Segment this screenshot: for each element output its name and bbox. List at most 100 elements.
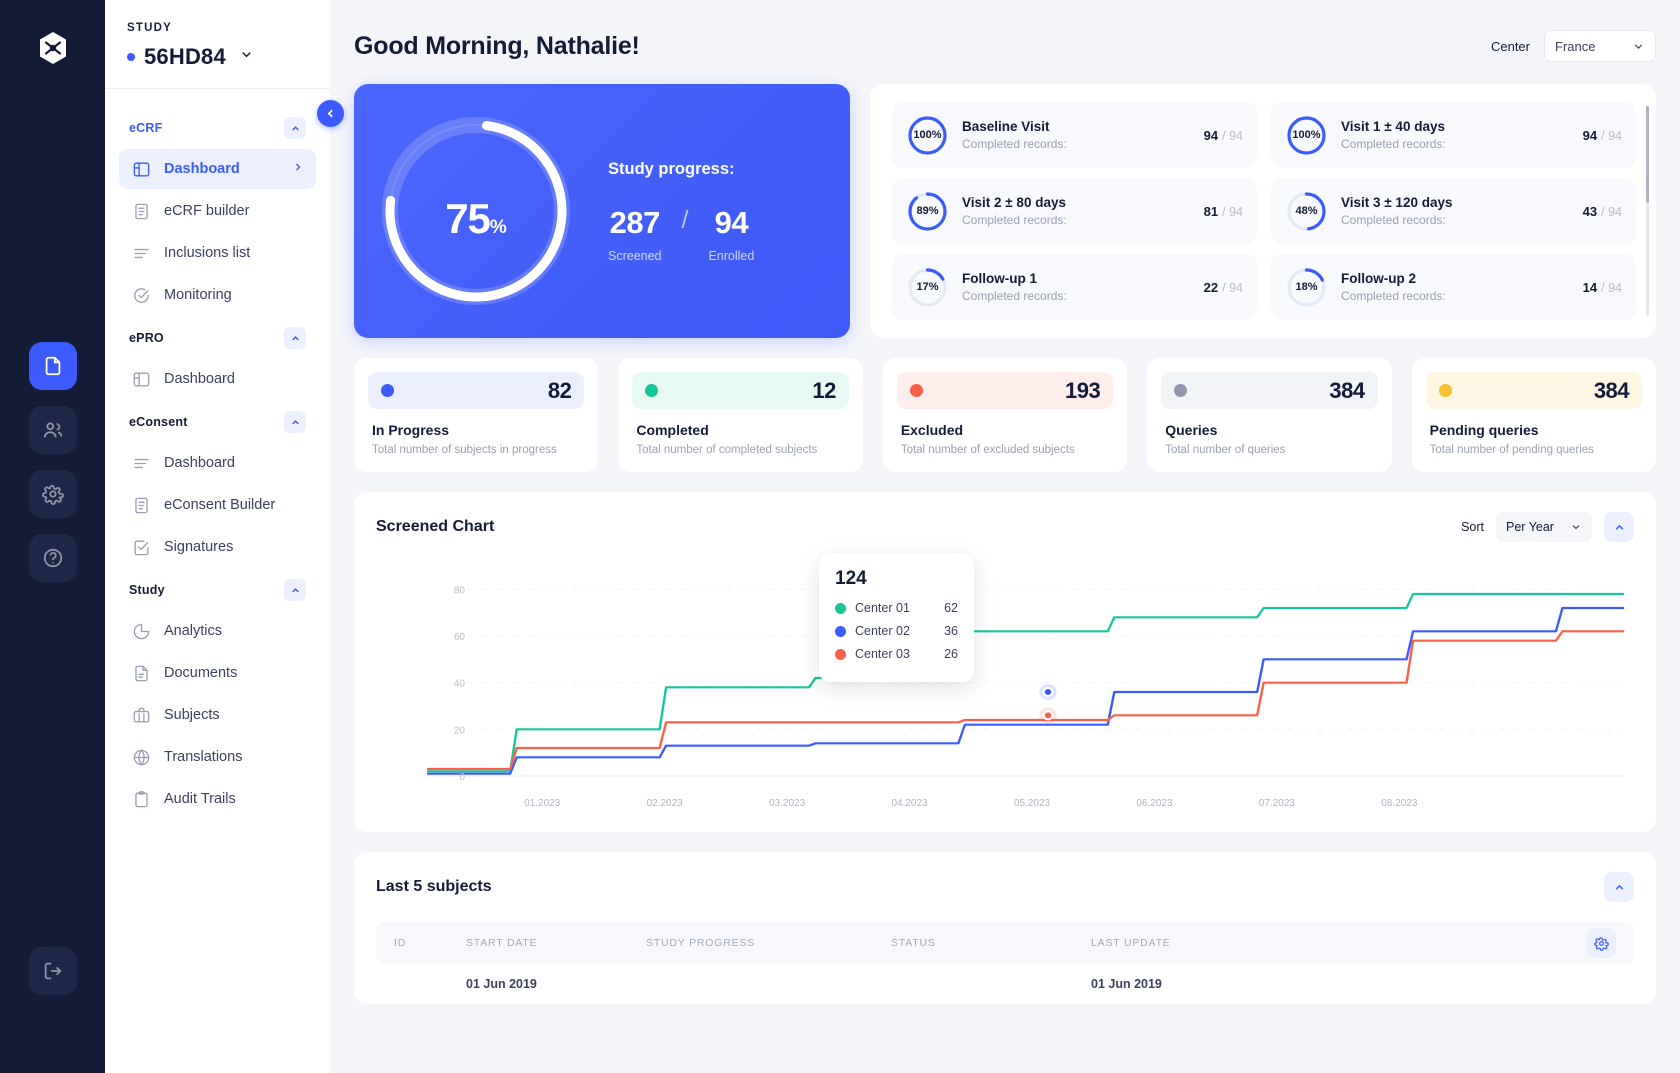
visit-card[interactable]: 100% Baseline Visit Completed records: 94/ … (892, 102, 1257, 168)
visit-subtitle: Completed records: (1341, 289, 1446, 303)
study-selector[interactable]: STUDY 56HD84 (105, 0, 330, 88)
svg-text:03.2023: 03.2023 (769, 798, 806, 809)
sidebar-item-audit-trails[interactable]: Audit Trails (119, 779, 316, 819)
svg-text:80: 80 (454, 585, 466, 596)
enrolled-label: Enrolled (708, 248, 755, 263)
visit-info: Visit 1 ± 40 days Completed records: (1341, 119, 1570, 151)
layout-icon (131, 369, 151, 389)
nav-section-toggle[interactable] (284, 411, 306, 433)
progress-percent-symbol: % (489, 217, 507, 238)
visit-records: 94/ 94 (1583, 128, 1622, 143)
chevron-up-icon (291, 125, 299, 130)
visit-subtitle: Completed records: (1341, 213, 1446, 227)
chart-collapse-button[interactable] (1604, 512, 1634, 542)
sidebar-item-translations[interactable]: Translations (119, 737, 316, 777)
metric-separator: / (681, 206, 689, 234)
users-icon (43, 422, 62, 438)
table-column-header[interactable]: START DATE (466, 937, 646, 949)
main-content: Good Morning, Nathalie! Center France 75… (330, 0, 1680, 1073)
table-settings-button[interactable] (1586, 928, 1616, 958)
center-label: Center (1490, 38, 1530, 54)
nav-section-toggle[interactable] (284, 327, 306, 349)
sidebar-item-inclusions-list[interactable]: Inclusions list (119, 233, 316, 273)
sidebar-item-ecrf-builder[interactable]: eCRF builder (119, 191, 316, 231)
rail-button-logout[interactable] (28, 947, 77, 995)
stat-description: Total number of completed subjects (636, 444, 818, 456)
briefcase-icon (133, 707, 149, 723)
sidebar-item-subjects[interactable]: Subjects (119, 695, 316, 735)
sort-select[interactable]: Per Year (1496, 512, 1592, 542)
nav-section-title: ePRO (129, 331, 164, 345)
visit-card[interactable]: 17% Follow-up 1 Completed records: 22/ 94 (892, 254, 1257, 320)
rail-button-help[interactable] (28, 534, 77, 582)
sidebar-item-analytics[interactable]: Analytics (119, 611, 316, 651)
sidebar-item-dashboard[interactable]: Dashboard (119, 149, 316, 189)
table-column-header[interactable]: STUDY PROGRESS (646, 937, 891, 949)
form-icon (131, 201, 151, 221)
sidebar: STUDY 56HD84 eCRF Dashboard eCRF builder In… (105, 0, 344, 1073)
visit-card[interactable]: 89% Visit 2 ± 80 days Completed records: 81… (892, 178, 1257, 244)
stat-pill: 12 (632, 372, 849, 409)
app-root: STUDY 56HD84 eCRF Dashboard eCRF builder In… (0, 0, 1680, 1073)
check-circle-icon (133, 287, 149, 303)
visit-total: / 94 (1601, 204, 1622, 219)
pie-chart-icon (131, 621, 151, 641)
chevron-up-icon (1615, 884, 1623, 890)
svg-text:06.2023: 06.2023 (1136, 798, 1173, 809)
nav-section-epro[interactable]: ePRO (119, 317, 316, 359)
nav-section-toggle[interactable] (284, 579, 306, 601)
sidebar-item-dashboard[interactable]: Dashboard (119, 359, 316, 399)
stat-card-pending-queries[interactable]: 384 Pending queries Total number of pendin… (1411, 358, 1657, 472)
sidebar-collapse-button[interactable] (317, 100, 344, 127)
nav-section-ecrf[interactable]: eCRF (119, 107, 316, 149)
nav-section-study[interactable]: Study (119, 569, 316, 611)
check-square-icon (131, 537, 151, 557)
sidebar-item-label: Dashboard (164, 371, 235, 387)
center-select[interactable]: France (1544, 30, 1656, 62)
chevron-up-icon (1615, 524, 1623, 530)
sidebar-item-monitoring[interactable]: Monitoring (119, 275, 316, 315)
list-icon (131, 453, 151, 473)
sidebar-item-documents[interactable]: Documents (119, 653, 316, 693)
document-icon (45, 356, 60, 376)
sidebar-item-label: Inclusions list (164, 245, 251, 261)
visit-progress-ring: 17% (906, 266, 949, 309)
sidebar-item-label: eConsent Builder (164, 497, 276, 513)
table-collapse-button[interactable] (1604, 872, 1634, 902)
sidebar-item-signatures[interactable]: Signatures (119, 527, 316, 567)
nav-section-toggle[interactable] (284, 117, 306, 139)
visits-scrollbar[interactable] (1646, 106, 1649, 316)
table-column-header[interactable]: LAST UPDATE (1091, 937, 1331, 949)
table-column-header[interactable]: ID (394, 937, 466, 949)
rail-button-settings[interactable] (28, 470, 77, 518)
series-value: 26 (944, 647, 958, 661)
visit-subtitle: Completed records: (1341, 137, 1446, 151)
visit-progress-ring: 100% (906, 114, 949, 157)
tooltip-series-row: Center 03 26 (835, 647, 958, 661)
chevron-down-icon[interactable] (239, 47, 254, 67)
stat-name: Pending queries (1429, 422, 1539, 438)
rail-button-users[interactable] (28, 406, 77, 454)
table-column-header[interactable]: STATUS (891, 937, 1091, 949)
sidebar-item-label: Subjects (164, 707, 220, 723)
sidebar-item-dashboard[interactable]: Dashboard (119, 443, 316, 483)
stat-dot-icon (909, 384, 923, 397)
sidebar-item-econsent-builder[interactable]: eConsent Builder (119, 485, 316, 525)
stat-card-completed[interactable]: 12 Completed Total number of completed sub… (618, 358, 863, 472)
table-row[interactable]: 01 Jun 2019 01 Jun 2019 (376, 964, 1634, 1004)
overview-row: 75 % Study progress: 287 Screened / 94 E… (354, 84, 1656, 338)
visit-done: 94 (1203, 127, 1219, 143)
svg-text:07.2023: 07.2023 (1259, 798, 1296, 809)
visit-card[interactable]: 100% Visit 1 ± 40 days Completed records: 9… (1271, 102, 1636, 168)
visit-total: / 94 (1222, 128, 1243, 143)
rail-button-documents[interactable] (28, 342, 77, 390)
stat-card-in-progress[interactable]: 82 In Progress Total number of subjects in… (354, 358, 599, 472)
visit-card[interactable]: 18% Follow-up 2 Completed records: 14/ 94 (1271, 254, 1636, 320)
stat-card-queries[interactable]: 384 Queries Total number of queries (1147, 358, 1392, 472)
stat-card-excluded[interactable]: 193 Excluded Total number of excluded subj… (882, 358, 1128, 472)
last-subjects-card: Last 5 subjects ID START DATE STUDY PROGRE… (354, 852, 1656, 1004)
visit-card[interactable]: 48% Visit 3 ± 120 days Completed records: 4… (1271, 178, 1636, 244)
nav-section-econsent[interactable]: eConsent (119, 401, 316, 443)
svg-text:20: 20 (454, 725, 466, 736)
stat-description: Total number of subjects in progress (372, 444, 557, 456)
